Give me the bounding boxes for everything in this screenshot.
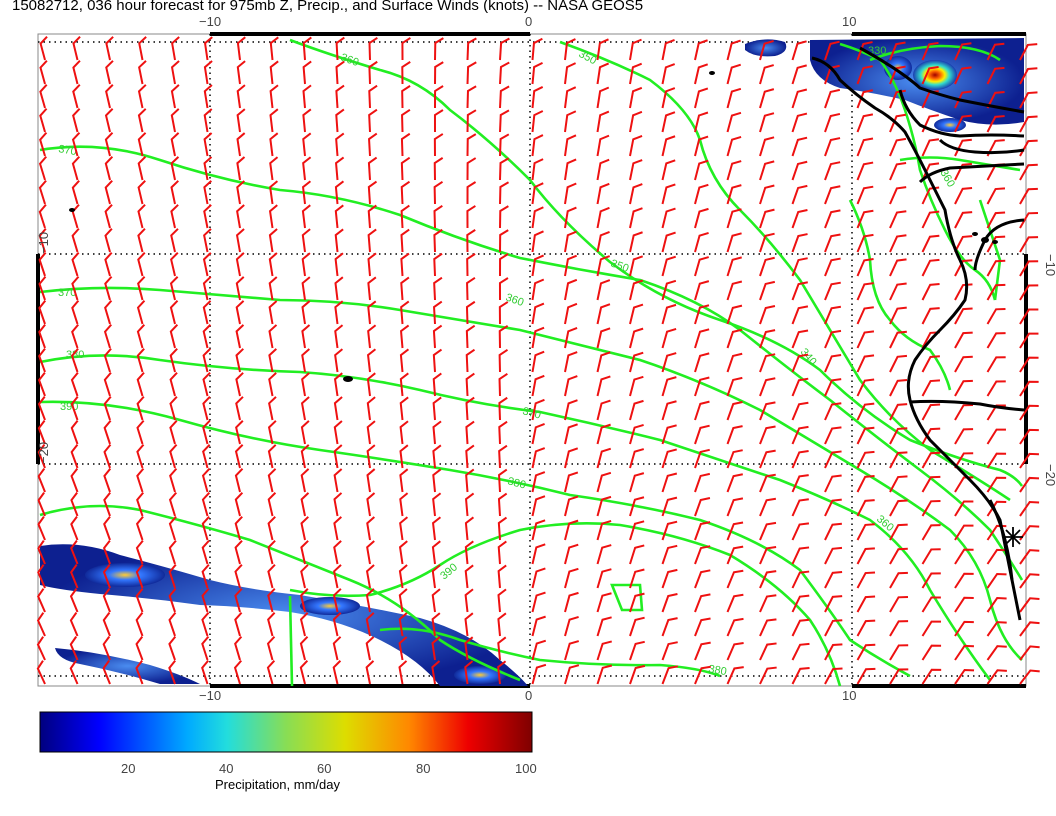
asterisk-icon [1003, 527, 1023, 547]
colorbar-label: Precipitation, mm/day [215, 777, 340, 792]
right-lat-tick: −10 [1043, 254, 1056, 276]
left-lat-tick: −20 [36, 442, 51, 464]
bottom-lon-tick: −10 [199, 688, 221, 700]
colorbar-tick: 40 [219, 761, 233, 776]
top-lon-tick: −10 [199, 14, 221, 29]
colorbar-tick: 100 [515, 761, 537, 776]
forecast-map: 330 350 360 370 340 360 370 380 390 350 … [36, 14, 1056, 700]
colorbar-gradient [39, 711, 533, 753]
top-lon-tick: 0 [525, 14, 532, 29]
left-lat-tick: −10 [36, 232, 51, 254]
right-lat-tick: −20 [1043, 464, 1056, 486]
colorbar-tick: 60 [317, 761, 331, 776]
colorbar-tick: 20 [121, 761, 135, 776]
contour-label: 390 [60, 401, 78, 413]
colorbar-tick: 80 [416, 761, 430, 776]
top-lon-tick: 10 [842, 14, 856, 29]
bottom-lon-tick: 0 [525, 688, 532, 700]
precipitation-colorbar: 20 40 60 80 100 Precipitation, mm/day [39, 711, 537, 792]
bottom-lon-tick: 10 [842, 688, 856, 700]
